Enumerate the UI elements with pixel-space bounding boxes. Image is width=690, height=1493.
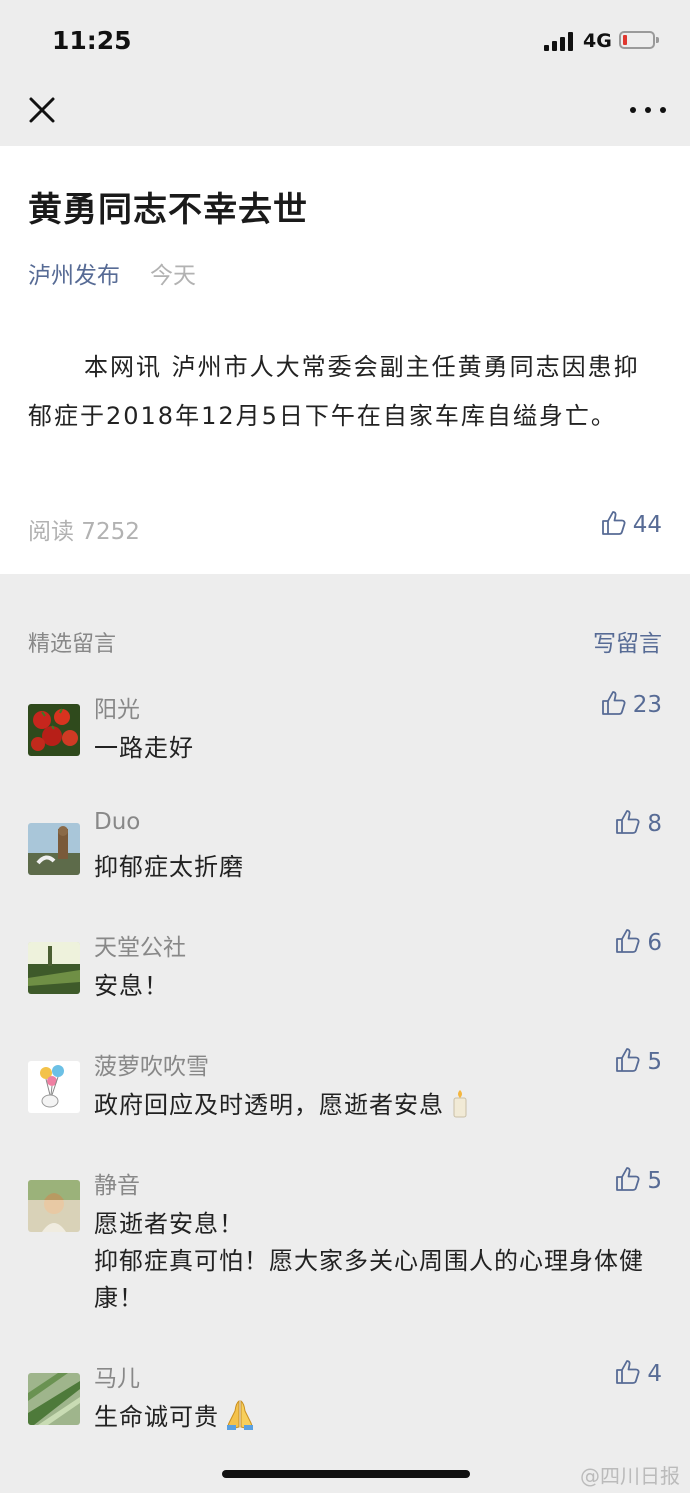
article-like-count: 44 — [632, 512, 662, 538]
comment-like-count: 5 — [647, 1168, 662, 1194]
status-bar: 11:25 4G — [0, 0, 690, 84]
avatar[interactable] — [28, 942, 80, 994]
avatar[interactable] — [28, 1373, 80, 1425]
folded-hands-icon — [223, 1399, 257, 1442]
comment-text: 生命诚可贵 — [94, 1399, 664, 1442]
comment-like-button[interactable]: 4 — [615, 1359, 662, 1387]
comment-author: 静音 — [94, 1173, 140, 1199]
comment-like-button[interactable]: 23 — [601, 690, 662, 718]
battery-icon — [619, 31, 659, 49]
home-indicator[interactable] — [222, 1470, 470, 1478]
write-comment-link[interactable]: 写留言 — [593, 624, 662, 658]
comment-author: 菠萝吹吹雪 — [94, 1054, 209, 1080]
avatar[interactable] — [28, 1061, 80, 1113]
comment-like-button[interactable]: 6 — [615, 928, 662, 956]
article-body: 本网讯 泸州市人大常委会副主任黄勇同志因患抑郁症于2018年12月5日下午在自家… — [28, 353, 640, 430]
thumbs-up-icon — [616, 1048, 640, 1072]
avatar[interactable] — [28, 1180, 80, 1232]
comment-like-button[interactable]: 5 — [615, 1047, 662, 1075]
comment-like-count: 4 — [647, 1361, 662, 1387]
comment-author: 天堂公社 — [94, 935, 186, 961]
thumbs-up-icon — [616, 1167, 640, 1191]
comment-like-count: 23 — [632, 692, 662, 718]
comment-like-count: 8 — [647, 811, 662, 837]
comment-text: 愿逝者安息！ 抑郁症真可怕！愿大家多关心周围人的心理身体健康！ — [94, 1206, 664, 1317]
comment-like-button[interactable]: 8 — [615, 809, 662, 837]
comment-text-line: 抑郁症真可怕！愿大家多关心周围人的心理身体健康！ — [94, 1247, 644, 1312]
comments-header: 精选留言 写留言 — [0, 574, 690, 664]
article-author-link[interactable]: 泸州发布 — [28, 256, 120, 290]
comment-like-count: 5 — [647, 1049, 662, 1075]
comment-text: 政府回应及时透明，愿逝者安息 — [94, 1087, 664, 1130]
comment-text-line: 愿逝者安息！ — [94, 1210, 244, 1238]
avatar[interactable] — [28, 704, 80, 756]
thumbs-up-icon — [616, 929, 640, 953]
article-date: 今天 — [150, 263, 196, 289]
article: 黄勇同志不幸去世 泸州发布 今天 本网讯 泸州市人大常委会副主任黄勇同志因患抑郁… — [0, 146, 690, 574]
article-like-button[interactable]: 44 — [601, 510, 662, 538]
candle-icon — [448, 1089, 472, 1130]
comment-author: 马儿 — [94, 1366, 140, 1392]
network-type: 4G — [583, 30, 612, 52]
comment-text: 抑郁症太折磨 — [94, 853, 244, 881]
signal-icon — [544, 32, 576, 51]
avatar[interactable] — [28, 823, 80, 875]
comment-text: 一路走好 — [94, 734, 194, 762]
read-count: 阅读 7252 — [28, 519, 140, 545]
comment-like-count: 6 — [647, 930, 662, 956]
thumbs-up-icon — [601, 511, 626, 535]
comment-text-content: 政府回应及时透明，愿逝者安息 — [94, 1091, 444, 1119]
thumbs-up-icon — [601, 691, 626, 715]
comment-text: 安息！ — [94, 972, 169, 1000]
comment-like-button[interactable]: 5 — [615, 1166, 662, 1194]
featured-comments-label: 精选留言 — [28, 632, 117, 657]
status-time: 11:25 — [52, 26, 132, 55]
close-icon[interactable] — [26, 94, 58, 126]
article-title: 黄勇同志不幸去世 — [28, 190, 308, 230]
comment-author: 阳光 — [94, 697, 140, 723]
thumbs-up-icon — [616, 1360, 640, 1384]
comment-author: Duo — [94, 809, 141, 835]
more-icon[interactable] — [626, 102, 670, 118]
navbar — [0, 84, 690, 146]
watermark: @四川日报 — [580, 1464, 680, 1488]
thumbs-up-icon — [616, 810, 640, 834]
comment-text-content: 生命诚可贵 — [94, 1403, 219, 1431]
